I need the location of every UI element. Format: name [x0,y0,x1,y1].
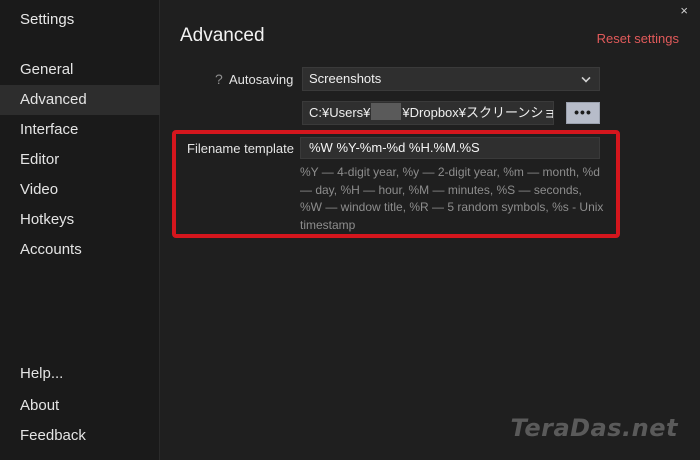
sidebar-item-advanced[interactable]: Advanced [0,85,160,115]
sidebar-item-editor[interactable]: Editor [0,145,160,175]
settings-panel: × Advanced Reset settings ? Autosaving S… [160,0,700,460]
chevron-down-icon [581,73,591,83]
sidebar-item-hotkeys[interactable]: Hotkeys [0,205,160,235]
sidebar-item-general[interactable]: General [0,55,160,85]
filename-template-hint: %Y — 4-digit year, %y — 2-digit year, %m… [300,165,604,232]
autosaving-label: Autosaving [229,72,294,87]
sidebar-title: Settings [20,11,75,28]
browse-folder-button[interactable]: ••• [566,102,600,124]
sidebar-item-interface[interactable]: Interface [0,115,160,145]
watermark: TeraDas.net [510,414,678,442]
sidebar-item-help[interactable]: Help... [0,359,160,389]
sidebar-item-video[interactable]: Video [0,175,160,205]
filename-template-input[interactable]: %W %Y-%m-%d %H.%M.%S [300,137,600,159]
reset-settings-link[interactable]: Reset settings [597,31,679,46]
page-title: Advanced [180,25,265,46]
close-icon[interactable]: × [680,3,688,18]
save-path-suffix: ¥Dropbox¥スクリーンショット [402,105,553,120]
redacted-username [371,103,402,120]
save-path-field[interactable]: C:¥Users¥ ¥Dropbox¥スクリーンショット [302,101,554,125]
filename-template-label: Filename template [187,141,294,156]
autosaving-select[interactable]: Screenshots [302,67,600,91]
sidebar-item-feedback[interactable]: Feedback [0,421,160,451]
sidebar-item-about[interactable]: About [0,391,160,421]
sidebar: Settings General Advanced Interface Edit… [0,0,160,460]
autosaving-selected-value: Screenshots [309,71,382,86]
sidebar-item-accounts[interactable]: Accounts [0,235,160,265]
save-path-prefix: C:¥Users¥ [309,105,371,120]
help-icon[interactable]: ? [215,71,223,87]
